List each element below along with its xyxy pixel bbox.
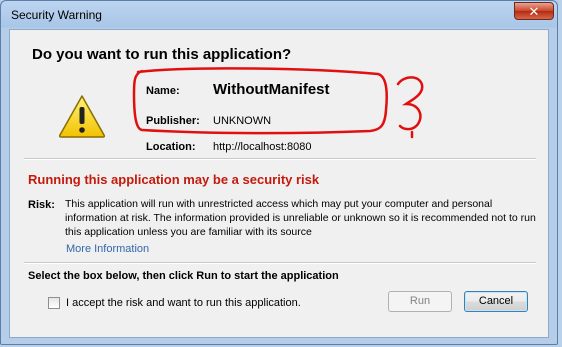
dialog-body: Do you want to run this application? Nam…: [9, 29, 549, 338]
risk-description: This application will run with unrestric…: [65, 198, 536, 238]
more-information-link[interactable]: More Information: [66, 243, 149, 255]
security-warning-window: Security Warning ✕ Do you want to run th…: [0, 0, 558, 345]
publisher-label: Publisher:: [146, 115, 200, 127]
close-button[interactable]: ✕: [514, 2, 554, 20]
close-icon: ✕: [528, 4, 540, 19]
name-label: Name:: [146, 85, 180, 97]
cancel-button[interactable]: Cancel: [464, 291, 528, 312]
title-bar[interactable]: Security Warning ✕: [1, 1, 557, 27]
separator: [24, 158, 536, 160]
location-label: Location:: [146, 141, 196, 153]
accept-risk-checkbox[interactable]: [48, 297, 60, 309]
warning-icon: [58, 95, 106, 138]
accept-risk-label[interactable]: I accept the risk and want to run this a…: [66, 297, 301, 309]
window-title: Security Warning: [11, 8, 102, 22]
dialog-heading: Do you want to run this application?: [32, 46, 292, 63]
risk-heading: Running this application may be a securi…: [28, 172, 320, 187]
instruction-text: Select the box below, then click Run to …: [28, 270, 339, 282]
location-value: http://localhost:8080: [213, 141, 312, 153]
separator: [24, 262, 536, 264]
application-name: WithoutManifest: [213, 81, 330, 98]
run-button[interactable]: Run: [388, 291, 452, 312]
publisher-value: UNKNOWN: [213, 115, 272, 127]
risk-label: Risk:: [28, 199, 55, 211]
